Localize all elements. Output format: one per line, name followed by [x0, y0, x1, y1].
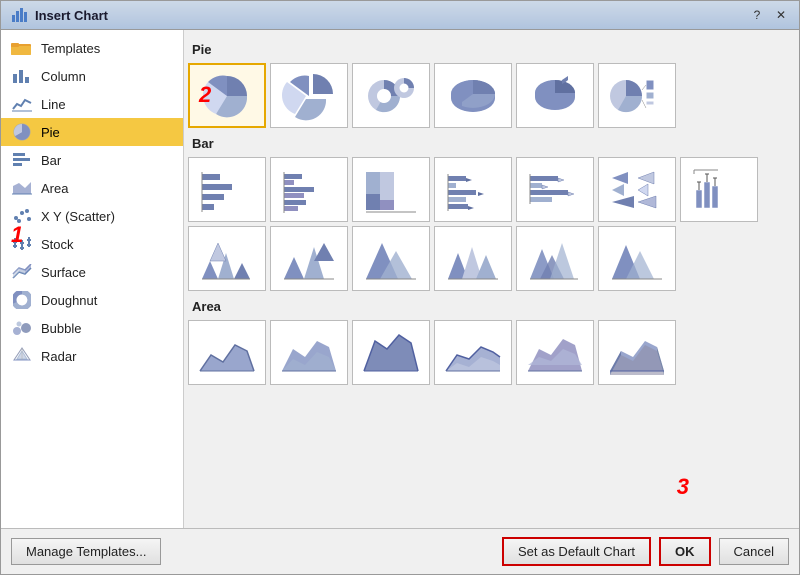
- sidebar-label-area: Area: [41, 181, 68, 196]
- sidebar-item-bubble[interactable]: Bubble: [1, 314, 183, 342]
- bottom-bar: Manage Templates... Set as Default Chart…: [1, 528, 799, 574]
- sidebar-label-bar: Bar: [41, 153, 61, 168]
- pie-chart-3[interactable]: [352, 63, 430, 128]
- bar-chart-1[interactable]: [188, 157, 266, 222]
- bubble-chart-icon: [11, 319, 33, 337]
- sidebar-label-doughnut: Doughnut: [41, 293, 97, 308]
- area-chart-icon: [11, 179, 33, 197]
- bar-chart-grid: [188, 157, 791, 291]
- line-chart-icon: [11, 95, 33, 113]
- bar-chart-3[interactable]: [352, 157, 430, 222]
- column-chart-icon: [11, 67, 33, 85]
- sidebar-item-doughnut[interactable]: Doughnut: [1, 286, 183, 314]
- area-section-label: Area: [192, 299, 791, 314]
- dialog-title: Insert Chart: [35, 8, 108, 23]
- sidebar-label-stock: Stock: [41, 237, 74, 252]
- bar-chart-4[interactable]: [434, 157, 512, 222]
- close-button[interactable]: ✕: [773, 7, 789, 23]
- sidebar-item-column[interactable]: Column: [1, 62, 183, 90]
- bar-chart-9[interactable]: [270, 226, 348, 291]
- chart-type-area: Pie: [184, 30, 799, 528]
- pie-chart-2[interactable]: [270, 63, 348, 128]
- sidebar-label-surface: Surface: [41, 265, 86, 280]
- cancel-button[interactable]: Cancel: [719, 538, 789, 565]
- bar-chart-5[interactable]: [516, 157, 594, 222]
- area-chart-1[interactable]: [188, 320, 266, 385]
- surface-chart-icon: [11, 263, 33, 281]
- sidebar-item-bar[interactable]: Bar: [1, 146, 183, 174]
- chart-type-list: Templates Column: [1, 30, 184, 528]
- sidebar-label-templates: Templates: [41, 41, 100, 56]
- bar-chart-2[interactable]: [270, 157, 348, 222]
- sidebar-label-pie: Pie: [41, 125, 60, 140]
- doughnut-chart-icon: [11, 291, 33, 309]
- scatter-chart-icon: [11, 207, 33, 225]
- pie-chart-icon: [11, 123, 33, 141]
- folder-icon: [11, 39, 33, 57]
- sidebar-item-pie[interactable]: Pie: [1, 118, 183, 146]
- pie-chart-6[interactable]: [598, 63, 676, 128]
- bar-chart-12[interactable]: [516, 226, 594, 291]
- sidebar-label-line: Line: [41, 97, 66, 112]
- bar-section-label: Bar: [192, 136, 791, 151]
- manage-templates-button[interactable]: Manage Templates...: [11, 538, 161, 565]
- stock-chart-icon: [11, 235, 33, 253]
- bar-chart-11[interactable]: [434, 226, 512, 291]
- sidebar-label-column: Column: [41, 69, 86, 84]
- sidebar-item-radar[interactable]: Radar: [1, 342, 183, 370]
- area-chart-3[interactable]: [352, 320, 430, 385]
- area-chart-5[interactable]: [516, 320, 594, 385]
- pie-chart-5[interactable]: [516, 63, 594, 128]
- sidebar-item-templates[interactable]: Templates: [1, 34, 183, 62]
- bar-chart-icon: [11, 151, 33, 169]
- help-button[interactable]: ?: [749, 7, 765, 23]
- sidebar-item-area[interactable]: Area: [1, 174, 183, 202]
- bar-chart-13[interactable]: [598, 226, 676, 291]
- bar-chart-6[interactable]: [598, 157, 676, 222]
- area-chart-6[interactable]: [598, 320, 676, 385]
- area-chart-4[interactable]: [434, 320, 512, 385]
- chart-scroll-area[interactable]: Pie: [184, 30, 799, 528]
- set-default-button[interactable]: Set as Default Chart: [502, 537, 651, 566]
- pie-chart-1[interactable]: [188, 63, 266, 128]
- sidebar-label-scatter: X Y (Scatter): [41, 209, 115, 224]
- sidebar-item-scatter[interactable]: X Y (Scatter): [1, 202, 183, 230]
- area-chart-grid: [188, 320, 791, 385]
- dialog-icon: [11, 7, 29, 23]
- title-bar: Insert Chart ? ✕: [1, 1, 799, 30]
- ok-button[interactable]: OK: [659, 537, 711, 566]
- pie-chart-grid: [188, 63, 791, 128]
- pie-chart-4[interactable]: [434, 63, 512, 128]
- bar-chart-8[interactable]: [188, 226, 266, 291]
- sidebar-item-stock[interactable]: Stock: [1, 230, 183, 258]
- sidebar-label-bubble: Bubble: [41, 321, 81, 336]
- insert-chart-dialog: Insert Chart ? ✕ 1 2 3 Templates: [0, 0, 800, 575]
- radar-chart-icon: [11, 347, 33, 365]
- bar-chart-10[interactable]: [352, 226, 430, 291]
- sidebar-item-surface[interactable]: Surface: [1, 258, 183, 286]
- sidebar-item-line[interactable]: Line: [1, 90, 183, 118]
- sidebar-label-radar: Radar: [41, 349, 76, 364]
- pie-section-label: Pie: [192, 42, 791, 57]
- bar-chart-7[interactable]: [680, 157, 758, 222]
- area-chart-2[interactable]: [270, 320, 348, 385]
